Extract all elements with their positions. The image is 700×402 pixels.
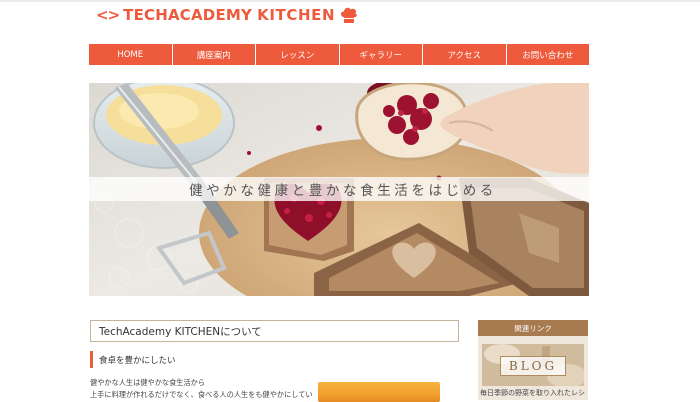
logo-bracket: <> <box>96 6 120 24</box>
nav-access[interactable]: アクセス <box>423 44 507 65</box>
logo-tech: TECH <box>123 6 168 24</box>
about-subheading: 食卓を豊かにしたい <box>90 351 176 368</box>
about-line: 健やかな人生は健やかな食生活から <box>90 378 206 387</box>
site-logo[interactable]: <> TECH ACADEMY KITCHEN <box>96 4 359 26</box>
blog-label[interactable]: BLOG <box>500 356 566 376</box>
hero-banner: 健やかな健康と豊かな食生活をはじめる <box>89 83 589 296</box>
hero-caption: 健やかな健康と豊かな食生活をはじめる <box>189 183 497 199</box>
about-line: 上手に料理が作れるだけでなく、食べる人の人生をも健やかにしてい <box>90 389 313 399</box>
chef-hat-icon <box>341 7 357 23</box>
nav-lessons[interactable]: レッスン <box>256 44 340 65</box>
about-paragraph: 健やかな人生は健やかな食生活から 上手に料理が作れるだけでなく、食べる人の人生を… <box>90 377 320 400</box>
nav-contact[interactable]: お問い合わせ <box>506 44 589 65</box>
about-heading: TechAcademy KITCHENについて <box>90 320 459 342</box>
hero-caption-band: 健やかな健康と豊かな食生活をはじめる <box>89 177 589 201</box>
about-thumbnail <box>318 382 440 402</box>
nav-courses[interactable]: 講座案内 <box>172 44 256 65</box>
blog-caption[interactable]: 毎日季節の野菜を取り入れたレシ <box>480 388 586 398</box>
nav-gallery[interactable]: ギャラリー <box>339 44 423 65</box>
top-border <box>0 0 700 2</box>
logo-academy: ACADEMY <box>167 6 253 24</box>
related-links-heading: 関連リンク <box>478 320 588 336</box>
main-nav: HOME 講座案内 レッスン ギャラリー アクセス お問い合わせ <box>89 44 589 65</box>
nav-home[interactable]: HOME <box>89 44 173 65</box>
logo-kitchen: KITCHEN <box>257 6 336 24</box>
